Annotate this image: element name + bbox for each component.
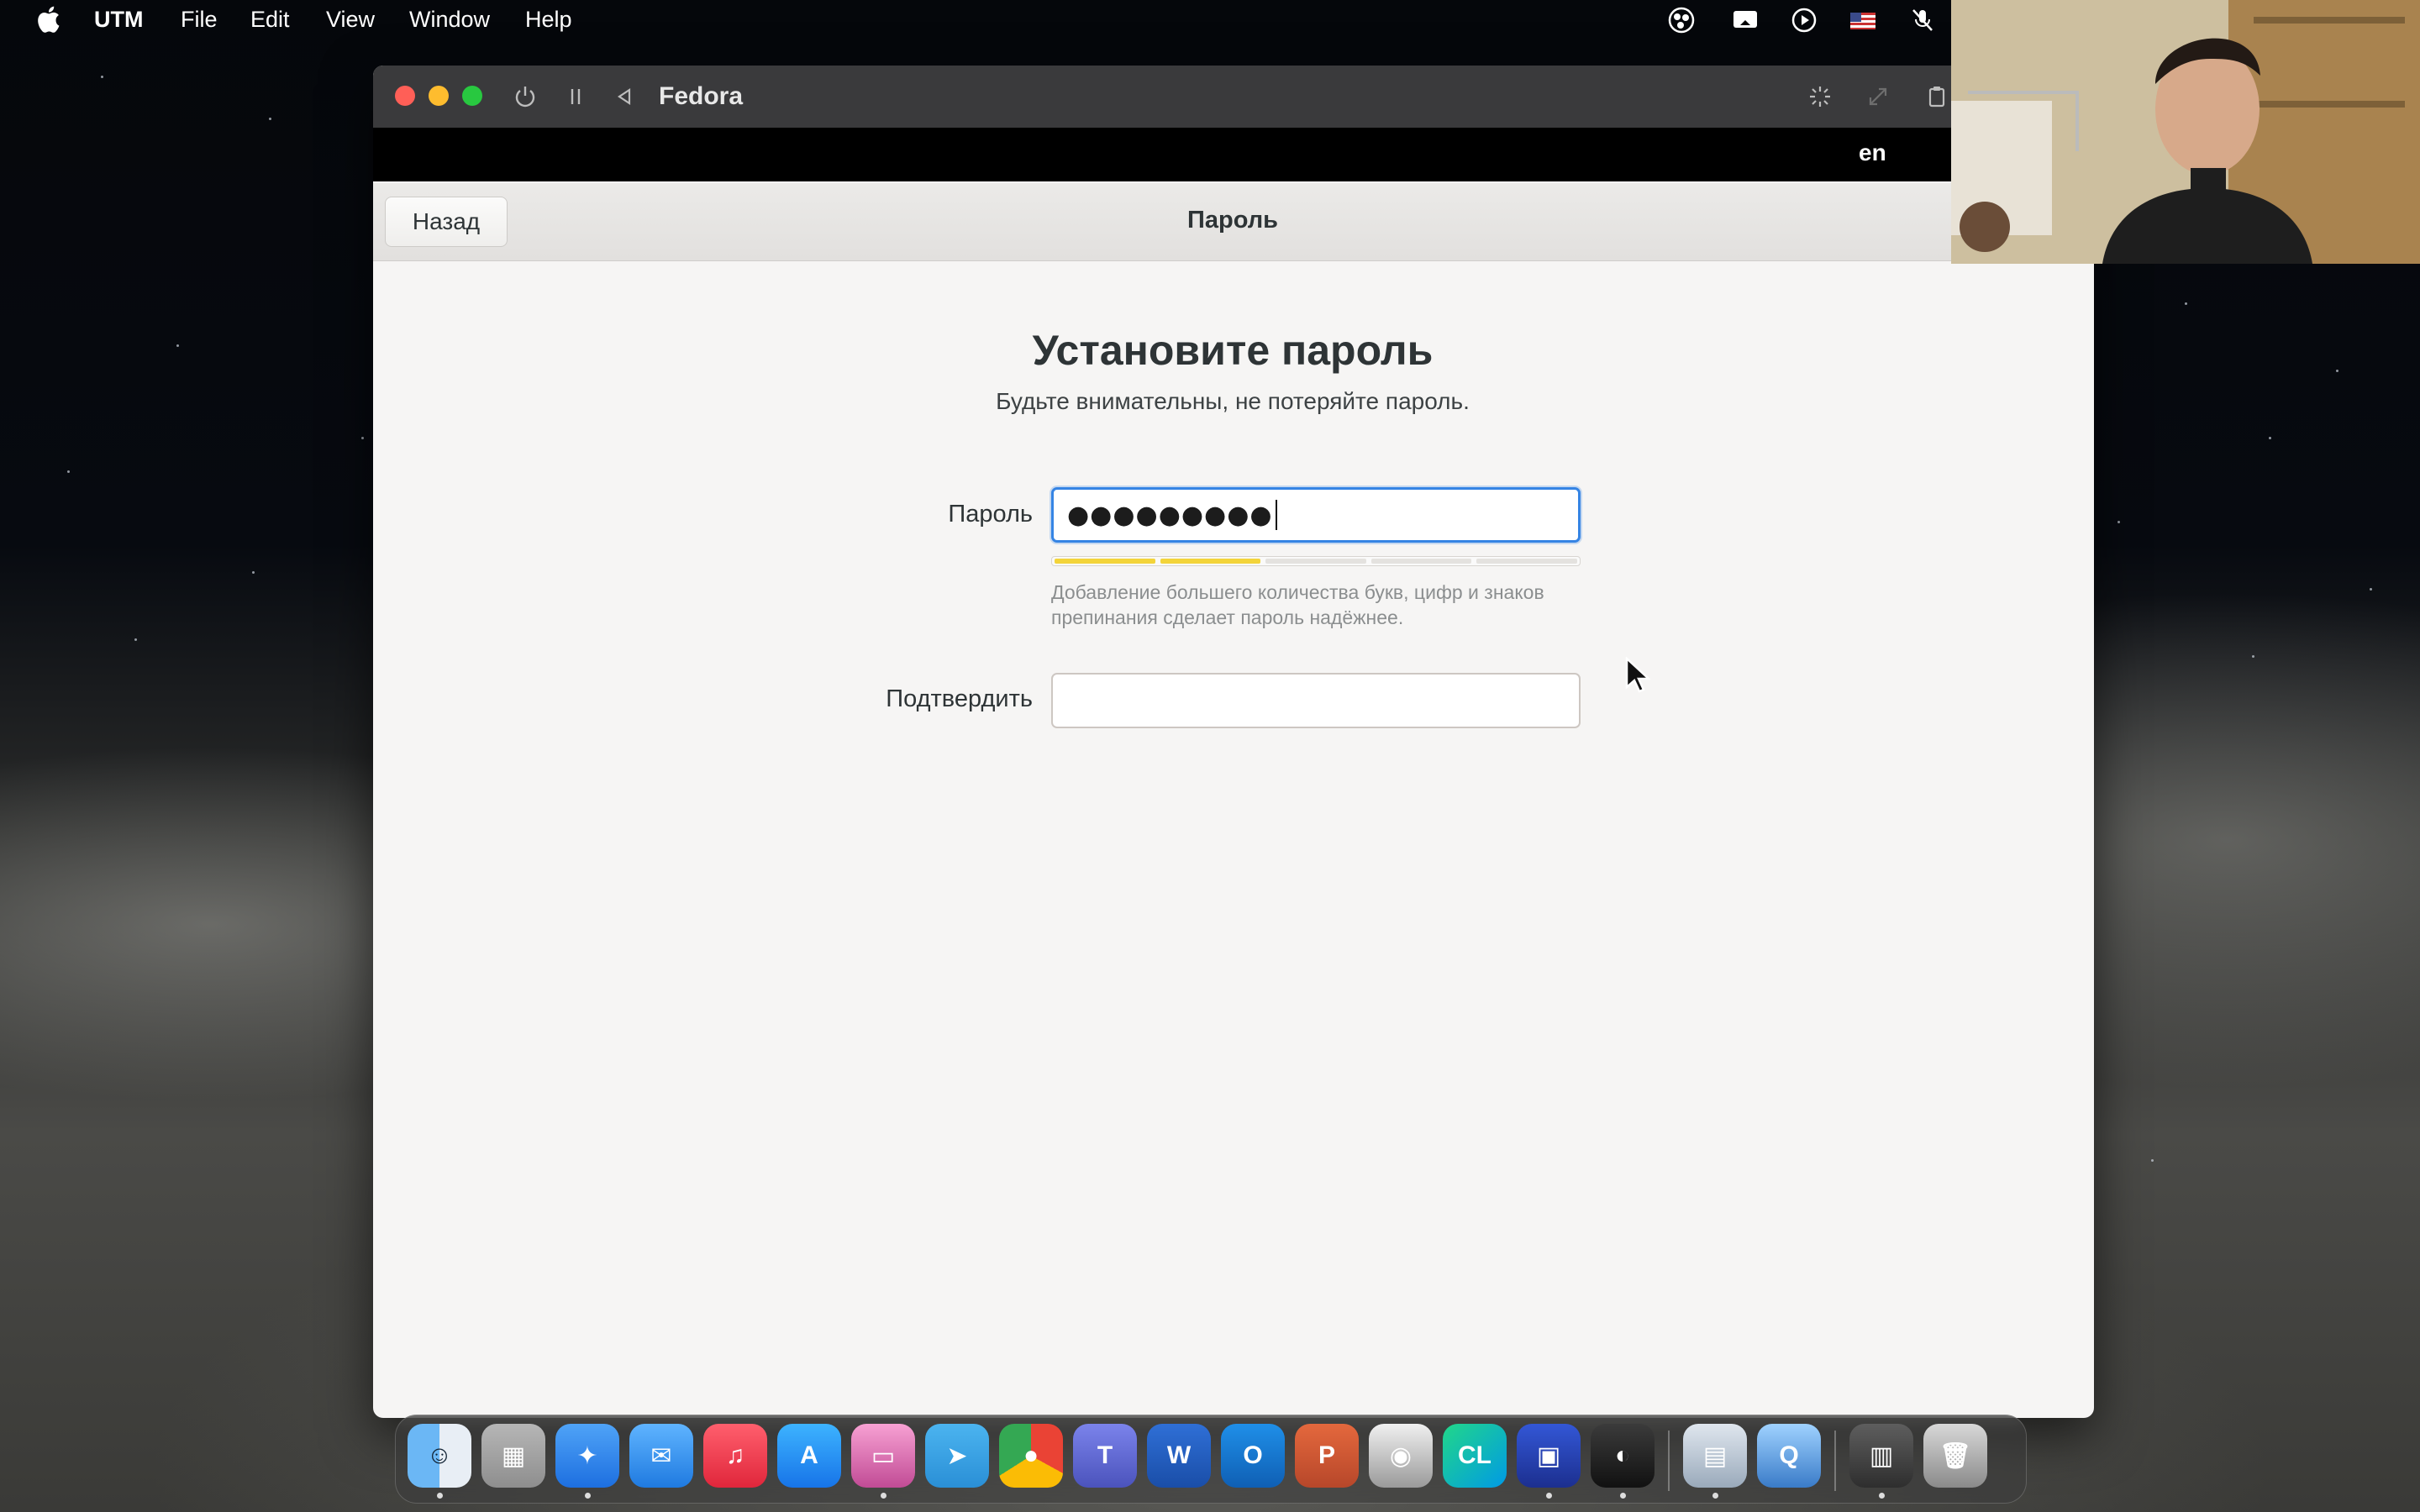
menu-utm[interactable]: UTM	[94, 7, 143, 33]
play-circle-icon[interactable]	[1791, 7, 1818, 34]
header-bar: Назад Пароль	[373, 183, 2094, 261]
dock-music-icon[interactable]: ♫	[703, 1424, 767, 1488]
star	[361, 437, 364, 439]
dock-preview-icon[interactable]: ▤	[1683, 1424, 1747, 1488]
no-mic-icon[interactable]	[1909, 7, 1936, 34]
star	[2269, 437, 2271, 439]
mouse-pointer-icon	[1625, 657, 1650, 693]
obs-icon[interactable]	[1668, 7, 1695, 34]
running-indicator	[1620, 1493, 1626, 1499]
webcam-overlay	[1951, 0, 2420, 264]
strength-segment	[1476, 559, 1577, 564]
star	[252, 571, 255, 574]
dock-launchpad-icon[interactable]: ▦	[481, 1424, 545, 1488]
password-field[interactable]: ●●●●●●●●●	[1051, 487, 1581, 543]
dock-safari-icon[interactable]: ✦	[555, 1424, 619, 1488]
strength-segment	[1160, 559, 1261, 564]
strength-segment	[1370, 559, 1472, 564]
star	[2151, 1159, 2154, 1162]
dock-screenshot-icon[interactable]: ▥	[1849, 1424, 1913, 1488]
dock-separator	[1834, 1431, 1836, 1491]
screen-share-icon[interactable]	[1732, 7, 1759, 34]
page-heading: Установите пароль	[1032, 327, 1434, 374]
menu-window[interactable]: Window	[409, 7, 490, 33]
dock-finder-icon[interactable]: ☺	[408, 1424, 471, 1488]
us-flag-icon[interactable]	[1849, 7, 1876, 34]
star	[101, 76, 103, 78]
confirm-label: Подтвердить	[886, 685, 1033, 712]
password-value: ●●●●●●●●●	[1067, 500, 1273, 530]
strength-segment	[1055, 559, 1155, 564]
dock-telegram-icon[interactable]: ➤	[925, 1424, 989, 1488]
apple-menu-icon[interactable]	[35, 5, 60, 34]
dock-mail-icon[interactable]: ✉	[629, 1424, 693, 1488]
running-indicator	[1546, 1493, 1552, 1499]
menu-file[interactable]: File	[181, 7, 218, 33]
menu-help[interactable]: Help	[525, 7, 572, 33]
header-title: Пароль	[1187, 207, 1278, 234]
dock-chrome-icon[interactable]: ●	[999, 1424, 1063, 1488]
confirm-password-field[interactable]	[1051, 673, 1581, 728]
pause-icon[interactable]	[563, 84, 588, 109]
dock-utm-icon[interactable]: ▭	[851, 1424, 915, 1488]
star	[2370, 588, 2372, 591]
star	[2252, 655, 2254, 658]
star	[134, 638, 137, 641]
dock-disk-utility-icon[interactable]: ◉	[1369, 1424, 1433, 1488]
star	[176, 344, 179, 347]
dock-separator	[1668, 1431, 1670, 1491]
star	[67, 470, 70, 473]
fedora-top-bar: en	[373, 128, 2094, 181]
menu-view[interactable]: View	[326, 7, 375, 33]
dock-teams-icon[interactable]: T	[1073, 1424, 1137, 1488]
star	[2336, 370, 2338, 372]
minimize-button[interactable]	[429, 86, 449, 106]
dock-outlook-icon[interactable]: O	[1221, 1424, 1285, 1488]
dock-clion-icon[interactable]: CL	[1443, 1424, 1507, 1488]
running-indicator	[1712, 1493, 1718, 1499]
text-caret	[1275, 500, 1277, 530]
password-hint-line: Добавление большего количества букв, циф…	[1051, 581, 1544, 603]
dock-obs-icon[interactable]: ◐	[1591, 1424, 1655, 1488]
star	[2185, 302, 2187, 305]
page-subtitle: Будьте внимательны, не потеряйте пароль.	[996, 388, 1470, 414]
dock-powerpoint-icon[interactable]: P	[1295, 1424, 1359, 1488]
password-strength-meter	[1051, 556, 1581, 566]
password-hint: Добавление большего количества букв, циф…	[1051, 580, 1589, 630]
webcam-feed-image	[1951, 0, 2420, 264]
dock-word-icon[interactable]: W	[1147, 1424, 1211, 1488]
keyboard-layout-indicator[interactable]: en	[1859, 139, 1886, 166]
running-indicator	[585, 1493, 591, 1499]
brightness-icon[interactable]	[1807, 84, 1833, 109]
star	[269, 118, 271, 120]
back-triangle-icon[interactable]	[612, 84, 637, 109]
power-icon[interactable]	[513, 84, 538, 109]
dock-trash-icon[interactable]: 🗑	[1923, 1424, 1987, 1488]
password-label: Пароль	[948, 501, 1033, 528]
password-hint-line: препинания сделает пароль надёжнее.	[1051, 606, 1404, 628]
dock: ☺ ▦ ✦ ✉ ♫ A ▭ ➤ ● T W O P ◉ CL ▣ ◐ ▤ Q ▥ 🗑	[395, 1415, 2027, 1504]
star	[2118, 521, 2120, 523]
window-titlebar[interactable]: Fedora	[373, 66, 2094, 129]
running-indicator	[1879, 1493, 1885, 1499]
close-button[interactable]	[395, 86, 415, 106]
strength-segment	[1265, 559, 1366, 564]
window-title: Fedora	[659, 82, 744, 110]
running-indicator	[437, 1493, 443, 1499]
zoom-button[interactable]	[462, 86, 482, 106]
dock-frame-icon[interactable]: ▣	[1517, 1424, 1581, 1488]
running-indicator	[881, 1493, 886, 1499]
dock-quicktime-icon[interactable]: Q	[1757, 1424, 1821, 1488]
menu-edit[interactable]: Edit	[250, 7, 290, 33]
clipboard-icon[interactable]	[1924, 84, 1949, 109]
resize-icon[interactable]	[1865, 84, 1891, 109]
dock-app-store-icon[interactable]: A	[777, 1424, 841, 1488]
utm-window: Fedora en Назад Пароль Установите пароль…	[373, 66, 2094, 1418]
